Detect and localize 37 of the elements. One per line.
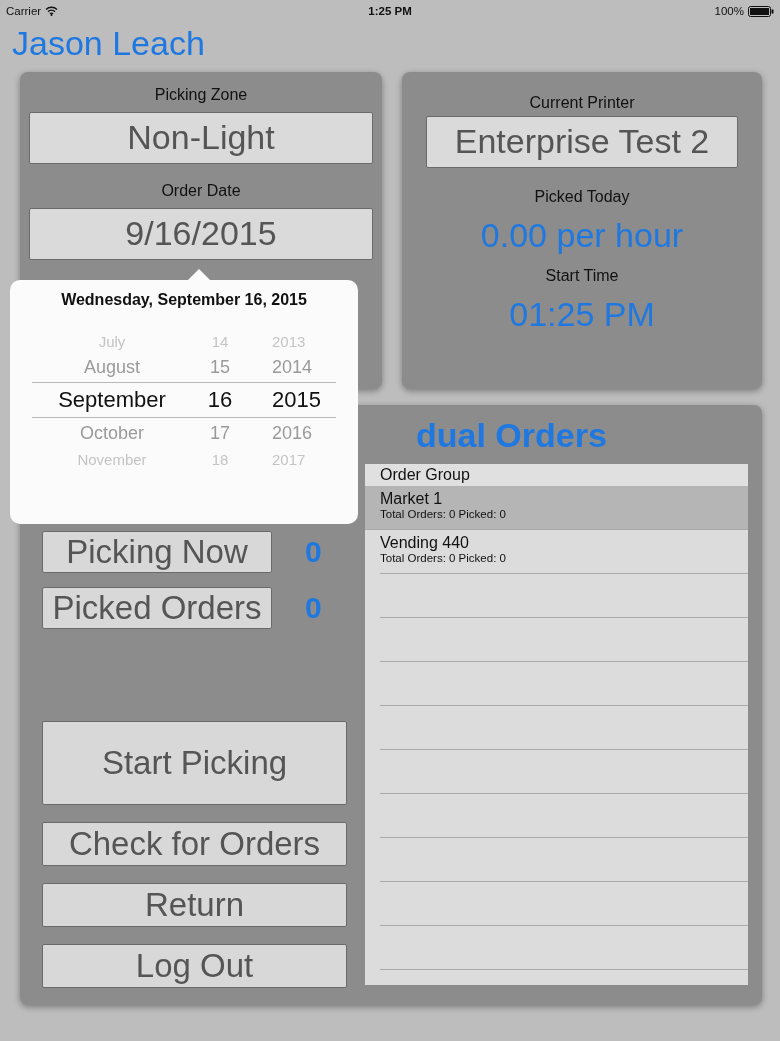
field-label: Current Printer	[529, 94, 635, 112]
picking-zone-field[interactable]: Non-Light	[29, 112, 373, 164]
action-button[interactable]: Check for Orders	[42, 822, 347, 866]
counter-value: 0	[305, 591, 322, 625]
orders-heading: dual Orders	[416, 415, 608, 456]
month-option[interactable]: August	[32, 356, 192, 378]
year-option[interactable]: 2016	[248, 422, 336, 444]
action-button[interactable]: Log Out	[42, 944, 347, 988]
day-option[interactable]: 15	[192, 356, 248, 378]
start-time: 01:25 PM	[509, 295, 655, 334]
order-group-item[interactable]: Vending 440 Total Orders: 0 Picked: 0	[380, 530, 748, 564]
list-header: Order Group	[365, 464, 748, 486]
battery-percent: 100%	[714, 5, 744, 17]
battery-icon	[748, 5, 774, 17]
day-option[interactable]: 17	[192, 422, 248, 444]
year-option[interactable]: 2014	[248, 356, 336, 378]
clock-time: 1:25 PM	[367, 5, 413, 17]
order-date-field[interactable]: 9/16/2015	[29, 208, 373, 260]
field-label: Picked Today	[534, 188, 630, 206]
field-label: Order Date	[161, 182, 241, 200]
field-label: Start Time	[545, 267, 619, 285]
counter-button[interactable]: Picking Now	[42, 531, 272, 573]
month-option[interactable]: October	[32, 422, 192, 444]
printer-field[interactable]: Enterprise Test 2	[426, 116, 738, 168]
picked-rate: 0.00 per hour	[480, 216, 684, 255]
field-label: Picking Zone	[154, 86, 248, 104]
action-button[interactable]: Start Picking	[42, 721, 347, 805]
year-option[interactable]: 2015	[248, 387, 336, 413]
wifi-icon	[45, 6, 59, 16]
month-option[interactable]: September	[32, 387, 192, 413]
action-button[interactable]: Return	[42, 883, 347, 927]
carrier-name: Carrier	[6, 5, 42, 17]
counter-button[interactable]: Picked Orders	[42, 587, 272, 629]
picker-title: Wednesday, September 16, 2015	[60, 291, 308, 309]
day-option[interactable]: 16	[192, 387, 248, 413]
counter-value: 0	[305, 535, 322, 569]
user-name: Jason Leach	[12, 24, 205, 62]
